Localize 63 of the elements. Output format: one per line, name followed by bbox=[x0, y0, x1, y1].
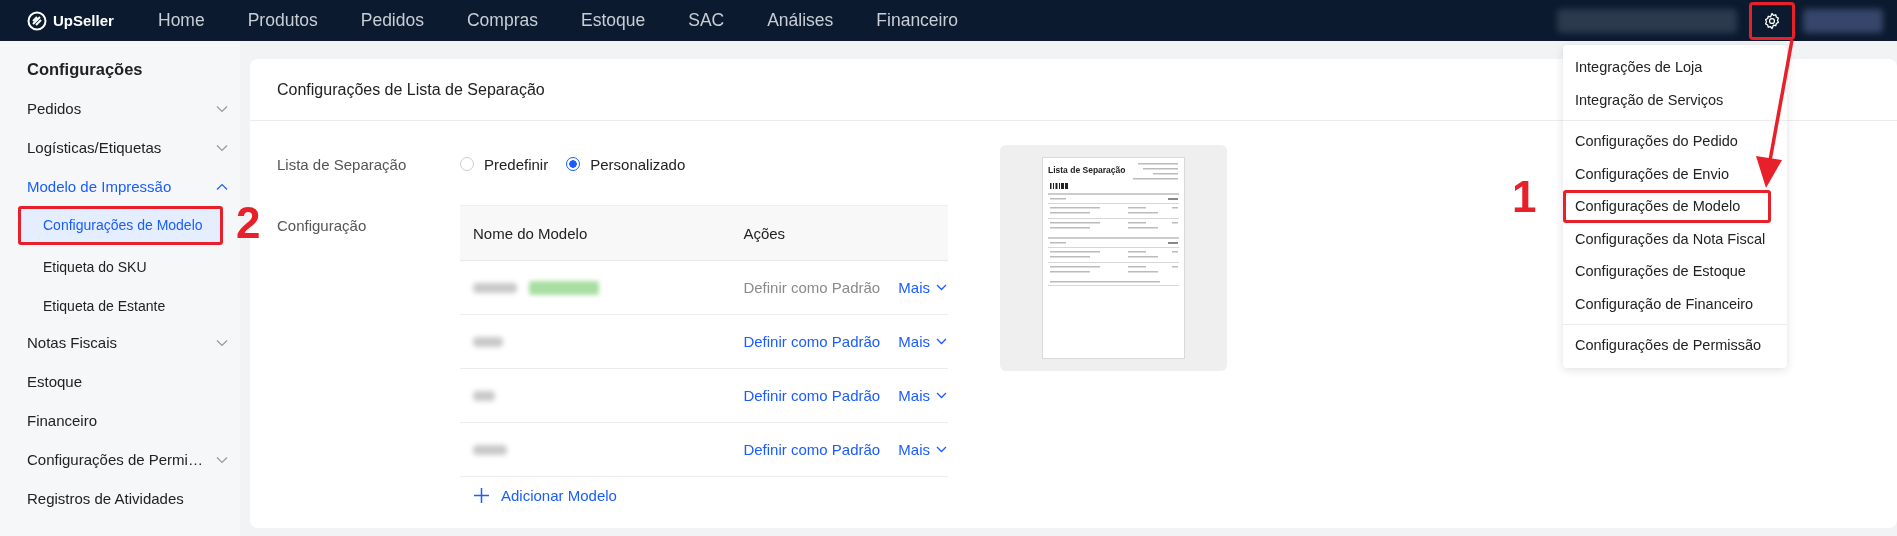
menu-item[interactable]: Integração de Serviços bbox=[1563, 83, 1787, 116]
more-dropdown[interactable]: Mais bbox=[898, 333, 947, 350]
nav-link[interactable]: Estoque bbox=[581, 10, 646, 31]
annotation-number: 1 bbox=[1512, 175, 1537, 219]
nav-link[interactable]: Compras bbox=[467, 10, 538, 31]
nav-link[interactable]: Financeiro bbox=[876, 10, 959, 31]
blurred-name bbox=[473, 444, 507, 455]
sidebar-item[interactable]: Logísticas/Etiquetas bbox=[0, 128, 240, 167]
set-default-link[interactable]: Definir como Padrão bbox=[743, 279, 881, 296]
set-default-link[interactable]: Definir como Padrão bbox=[743, 333, 881, 350]
menu-item[interactable]: Configurações de Modelo bbox=[1563, 190, 1771, 223]
sidebar-item[interactable]: Estoque bbox=[0, 362, 240, 401]
column-header: Nome do Modelo bbox=[460, 205, 731, 261]
sidebar-item[interactable]: Pedidos bbox=[0, 89, 240, 128]
document-title: Lista de Separação bbox=[1048, 166, 1126, 175]
set-default-link[interactable]: Definir como Padrão bbox=[743, 441, 881, 458]
field-label: Lista de Separação bbox=[277, 155, 408, 173]
menu-item[interactable]: Configuração de Financeiro bbox=[1563, 287, 1787, 320]
menu-item[interactable]: Configurações de Estoque bbox=[1563, 255, 1787, 288]
sidebar-subitem[interactable]: Configurações de Modelo bbox=[18, 206, 223, 245]
column-header: Ações bbox=[730, 205, 948, 261]
sidebar-item[interactable]: Registros de Atividades bbox=[0, 479, 240, 518]
chevron-down-icon bbox=[936, 392, 947, 399]
nav-link[interactable]: Análises bbox=[767, 10, 834, 31]
sidebar-item[interactable]: Configurações de Permi… bbox=[0, 440, 240, 479]
more-dropdown[interactable]: Mais bbox=[898, 387, 947, 404]
radio-label: Personalizado bbox=[590, 155, 686, 173]
chevron-down-icon bbox=[936, 446, 947, 453]
blurred-name bbox=[473, 390, 495, 401]
more-dropdown[interactable]: Mais bbox=[898, 441, 947, 458]
nav-link[interactable]: Pedidos bbox=[360, 10, 424, 31]
plus-icon bbox=[474, 488, 489, 503]
radio-option[interactable]: Predefinir bbox=[460, 155, 549, 173]
sidebar-item[interactable]: Notas Fiscais bbox=[0, 323, 240, 362]
sidebar-item[interactable]: Financeiro bbox=[0, 401, 240, 440]
radio-option[interactable]: Personalizado bbox=[566, 155, 686, 173]
card-title: Configurações de Lista de Separação bbox=[277, 80, 545, 99]
chevron-down-icon bbox=[936, 338, 947, 345]
radio-button[interactable] bbox=[566, 157, 581, 171]
sidebar-subitem[interactable]: Etiqueta de Estante bbox=[18, 284, 230, 323]
field-label: Configuração bbox=[277, 216, 368, 236]
sidebar-subitem[interactable]: Etiqueta do SKU bbox=[18, 245, 230, 284]
blurred-name bbox=[473, 282, 517, 293]
radio-label: Predefinir bbox=[484, 155, 549, 173]
sidebar-title: Configurações bbox=[26, 59, 144, 80]
menu-item[interactable]: Configurações do Pedido bbox=[1563, 125, 1787, 158]
chevron-down-icon bbox=[936, 284, 947, 291]
settings-icon bbox=[1763, 11, 1781, 30]
blurred-name bbox=[473, 336, 503, 347]
logo-icon bbox=[27, 10, 47, 31]
menu-item[interactable]: Configurações de Envio bbox=[1563, 157, 1787, 190]
menu-item[interactable]: Configurações da Nota Fiscal bbox=[1563, 222, 1787, 255]
logo-text[interactable]: UpSeller bbox=[53, 12, 114, 29]
menu-item[interactable]: Integrações de Loja bbox=[1563, 51, 1787, 84]
nav-link[interactable]: SAC bbox=[688, 10, 725, 31]
set-default-link[interactable]: Definir como Padrão bbox=[743, 387, 881, 404]
document-header-drawing bbox=[1133, 163, 1179, 181]
add-template-button[interactable]: Adicionar Modelo bbox=[460, 477, 617, 504]
more-dropdown[interactable]: Mais bbox=[898, 279, 947, 296]
nav-link[interactable]: Home bbox=[158, 10, 205, 31]
menu-item[interactable]: Configurações de Permissão bbox=[1563, 329, 1787, 362]
nav-link[interactable]: Produtos bbox=[247, 10, 318, 31]
settings-button[interactable] bbox=[1749, 1, 1795, 40]
